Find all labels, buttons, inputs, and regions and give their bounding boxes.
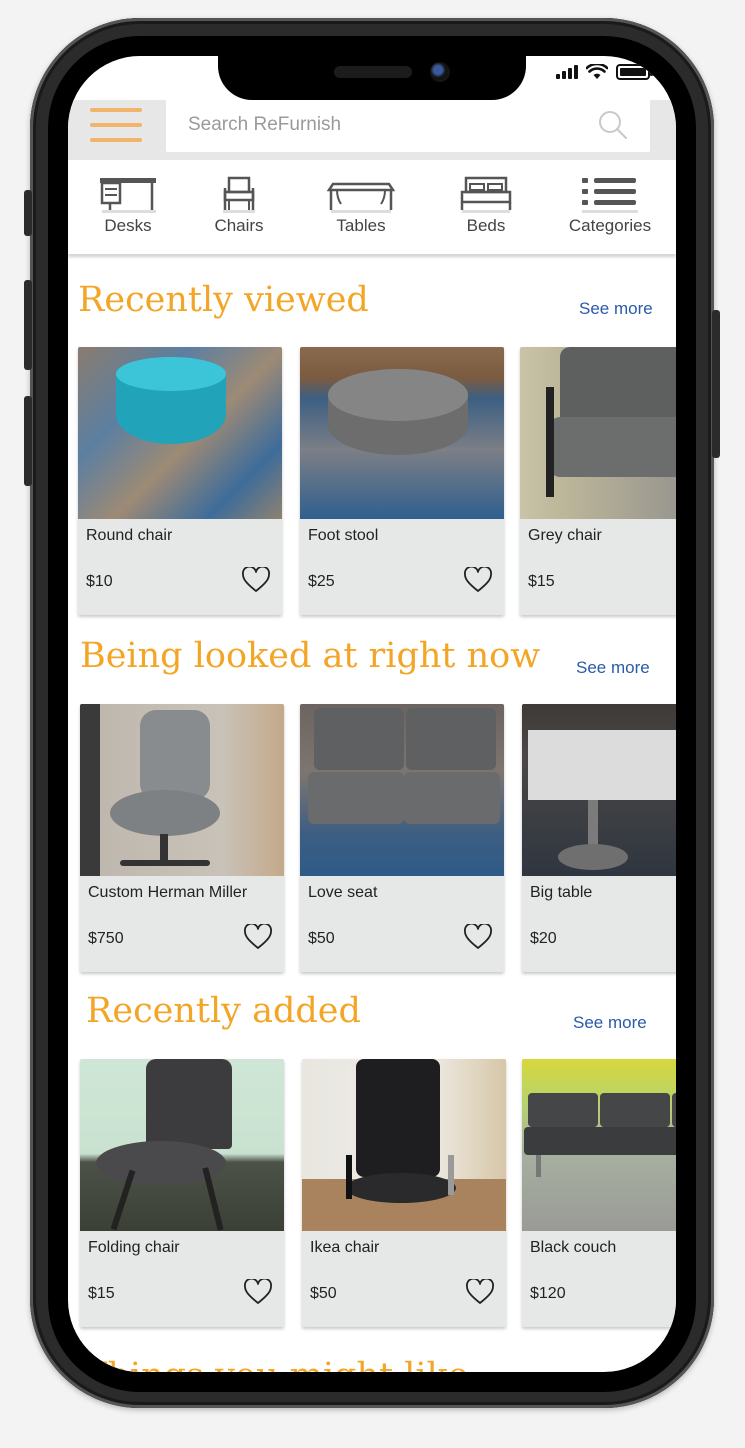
product-price: $750 bbox=[88, 930, 124, 947]
product-card[interactable]: Love seat $50 bbox=[300, 704, 504, 972]
product-name: Custom Herman Miller bbox=[88, 884, 248, 901]
product-name: Foot stool bbox=[308, 527, 379, 544]
product-photo bbox=[300, 347, 504, 519]
product-name: Grey chair bbox=[528, 527, 602, 544]
product-card[interactable]: Round chair $10 bbox=[78, 347, 282, 615]
heart-icon[interactable] bbox=[242, 567, 270, 593]
category-desks[interactable]: Desks bbox=[98, 174, 158, 236]
app-header bbox=[68, 98, 676, 160]
category-all[interactable]: Categories bbox=[568, 174, 652, 236]
notch bbox=[218, 56, 526, 100]
product-price: $15 bbox=[88, 1285, 115, 1302]
volume-down-button bbox=[24, 396, 32, 486]
category-label: Desks bbox=[104, 216, 152, 235]
product-card[interactable]: Foot stool $25 bbox=[300, 347, 504, 615]
section-title-things-you-might-like: Things you might like bbox=[84, 1356, 468, 1372]
product-price: $15 bbox=[528, 573, 555, 590]
search-input[interactable] bbox=[166, 98, 566, 152]
see-more-link[interactable]: See more bbox=[576, 658, 650, 678]
product-name: Folding chair bbox=[88, 1239, 180, 1256]
category-label: Categories bbox=[568, 216, 652, 235]
front-camera bbox=[430, 62, 450, 82]
section-title-being-looked-at: Being looked at right now bbox=[80, 636, 541, 676]
product-name: Ikea chair bbox=[310, 1239, 380, 1256]
see-more-link[interactable]: See more bbox=[573, 1013, 647, 1033]
heart-icon[interactable] bbox=[244, 924, 272, 950]
product-photo bbox=[80, 704, 284, 876]
product-name: Big table bbox=[530, 884, 593, 901]
category-beds[interactable]: Beds bbox=[458, 174, 514, 236]
product-name: Love seat bbox=[308, 884, 378, 901]
product-card[interactable]: Ikea chair $50 bbox=[302, 1059, 506, 1327]
product-name: Black couch bbox=[530, 1239, 617, 1256]
product-price: $50 bbox=[310, 1285, 337, 1302]
heart-icon[interactable] bbox=[466, 1279, 494, 1305]
search-bar bbox=[166, 98, 650, 152]
category-label: Chairs bbox=[214, 216, 264, 235]
product-card[interactable]: Black couch $120 bbox=[522, 1059, 676, 1327]
heart-icon[interactable] bbox=[464, 924, 492, 950]
status-bar bbox=[556, 64, 653, 80]
section-title-recently-added: Recently added bbox=[86, 991, 361, 1031]
volume-up-button bbox=[24, 280, 32, 370]
desk-icon bbox=[100, 178, 156, 213]
category-tables[interactable]: Tables bbox=[326, 174, 396, 236]
list-icon bbox=[582, 178, 638, 213]
menu-button[interactable] bbox=[90, 108, 142, 142]
product-price: $25 bbox=[308, 573, 335, 590]
wifi-icon bbox=[586, 64, 608, 79]
product-card[interactable]: Grey chair $15 bbox=[520, 347, 676, 615]
speaker-grille bbox=[334, 66, 412, 78]
product-card[interactable]: Custom Herman Miller $750 bbox=[80, 704, 284, 972]
menu-bar bbox=[90, 108, 142, 112]
product-price: $120 bbox=[530, 1285, 566, 1302]
product-price: $10 bbox=[86, 573, 113, 590]
chair-icon bbox=[223, 176, 255, 213]
app-screen: Desks Chairs Tables bbox=[68, 56, 676, 1372]
product-photo bbox=[522, 704, 676, 876]
product-price: $50 bbox=[308, 930, 335, 947]
product-photo bbox=[78, 347, 282, 519]
product-photo bbox=[520, 347, 676, 519]
category-label: Beds bbox=[466, 216, 506, 235]
product-card[interactable]: Big table $20 bbox=[522, 704, 676, 972]
product-photo bbox=[80, 1059, 284, 1231]
product-photo bbox=[522, 1059, 676, 1231]
product-name: Round chair bbox=[86, 527, 173, 544]
mute-switch bbox=[24, 190, 32, 236]
section-title-recently-viewed: Recently viewed bbox=[78, 280, 369, 320]
product-photo bbox=[302, 1059, 506, 1231]
see-more-link[interactable]: See more bbox=[579, 299, 653, 319]
menu-bar bbox=[90, 123, 142, 127]
table-icon bbox=[327, 182, 395, 213]
category-chairs[interactable]: Chairs bbox=[210, 174, 268, 236]
power-button bbox=[712, 310, 720, 458]
search-icon[interactable] bbox=[598, 110, 628, 140]
product-price: $20 bbox=[530, 930, 557, 947]
product-photo bbox=[300, 704, 504, 876]
battery-icon bbox=[616, 64, 653, 80]
bed-icon bbox=[460, 176, 512, 213]
category-label: Tables bbox=[336, 216, 386, 235]
product-card[interactable]: Folding chair $15 bbox=[80, 1059, 284, 1327]
menu-bar bbox=[90, 138, 142, 142]
heart-icon[interactable] bbox=[464, 567, 492, 593]
category-nav: Desks Chairs Tables Beds Categories bbox=[68, 160, 676, 254]
heart-icon[interactable] bbox=[244, 1279, 272, 1305]
cellular-signal-icon bbox=[556, 65, 578, 79]
